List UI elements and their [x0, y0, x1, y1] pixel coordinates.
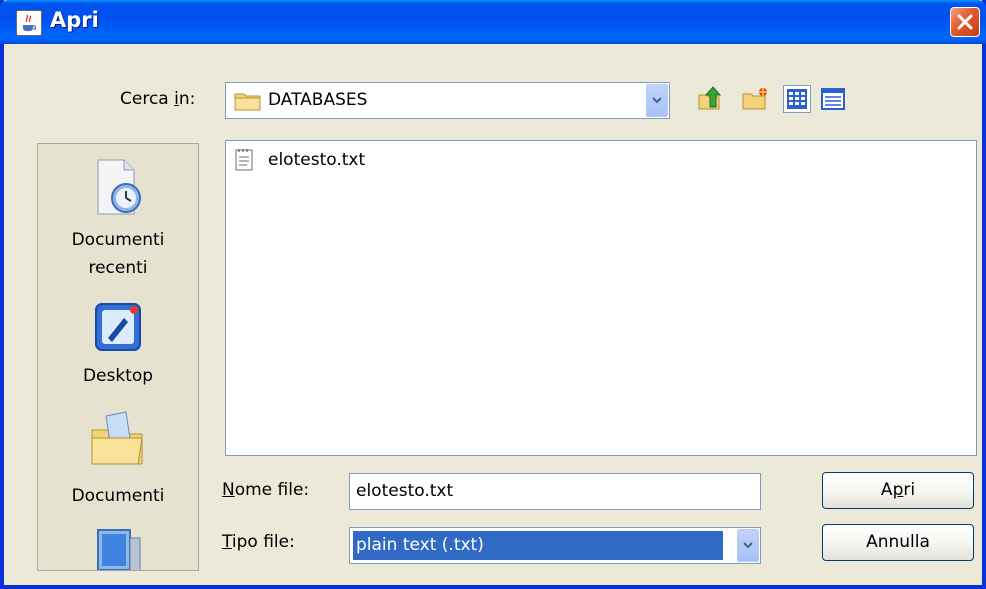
open-button[interactable]: Apri [822, 472, 974, 509]
file-type-combo[interactable]: plain text (.txt) [349, 527, 761, 564]
up-folder-icon [698, 86, 722, 110]
place-label: Documenti [71, 486, 165, 506]
up-folder-button[interactable] [696, 85, 724, 113]
window-title: Apri [50, 8, 99, 32]
look-in-label: Cerca in: [120, 89, 196, 109]
file-name: elotesto.txt [268, 150, 366, 170]
new-folder-button[interactable] [741, 85, 769, 113]
look-in-dropdown-button[interactable] [646, 84, 668, 117]
close-icon [957, 14, 973, 30]
my-documents-icon [91, 411, 143, 465]
place-label: Desktop [82, 366, 154, 386]
file-type-dropdown-button[interactable] [737, 529, 759, 562]
java-cup-icon [16, 10, 42, 36]
list-view-icon [787, 89, 807, 109]
folder-icon [234, 93, 261, 111]
new-folder-icon [742, 88, 767, 110]
text-file-icon [235, 149, 253, 171]
file-name-input[interactable]: elotesto.txt [349, 473, 761, 510]
details-view-button[interactable] [819, 85, 847, 113]
list-view-button[interactable] [783, 85, 811, 113]
look-in-combo[interactable]: DATABASES [225, 82, 670, 119]
file-list[interactable]: elotesto.txt [225, 140, 977, 456]
cancel-button[interactable]: Annulla [822, 524, 974, 561]
chevron-down-icon [652, 97, 662, 104]
place-label: Documenti [71, 230, 165, 250]
places-bar: Documenti recenti Desktop Documenti [37, 143, 199, 571]
file-type-value: plain text (.txt) [356, 535, 484, 555]
desktop-icon [95, 303, 141, 351]
open-dialog: Apri Cerca in: DATABASES Documenti recen… [0, 0, 986, 589]
chevron-down-icon [743, 542, 753, 549]
details-view-icon [821, 88, 845, 110]
place-label-line2: recenti [88, 258, 148, 278]
look-in-value: DATABASES [268, 90, 368, 110]
recent-documents-icon [97, 159, 141, 215]
selection-highlight: plain text (.txt) [353, 531, 723, 560]
file-name-label: Nome file: [222, 480, 310, 500]
my-computer-icon [97, 529, 141, 570]
close-button[interactable] [950, 7, 980, 37]
title-bar[interactable]: Apri [0, 0, 986, 44]
file-type-label: Tipo file: [222, 532, 295, 552]
